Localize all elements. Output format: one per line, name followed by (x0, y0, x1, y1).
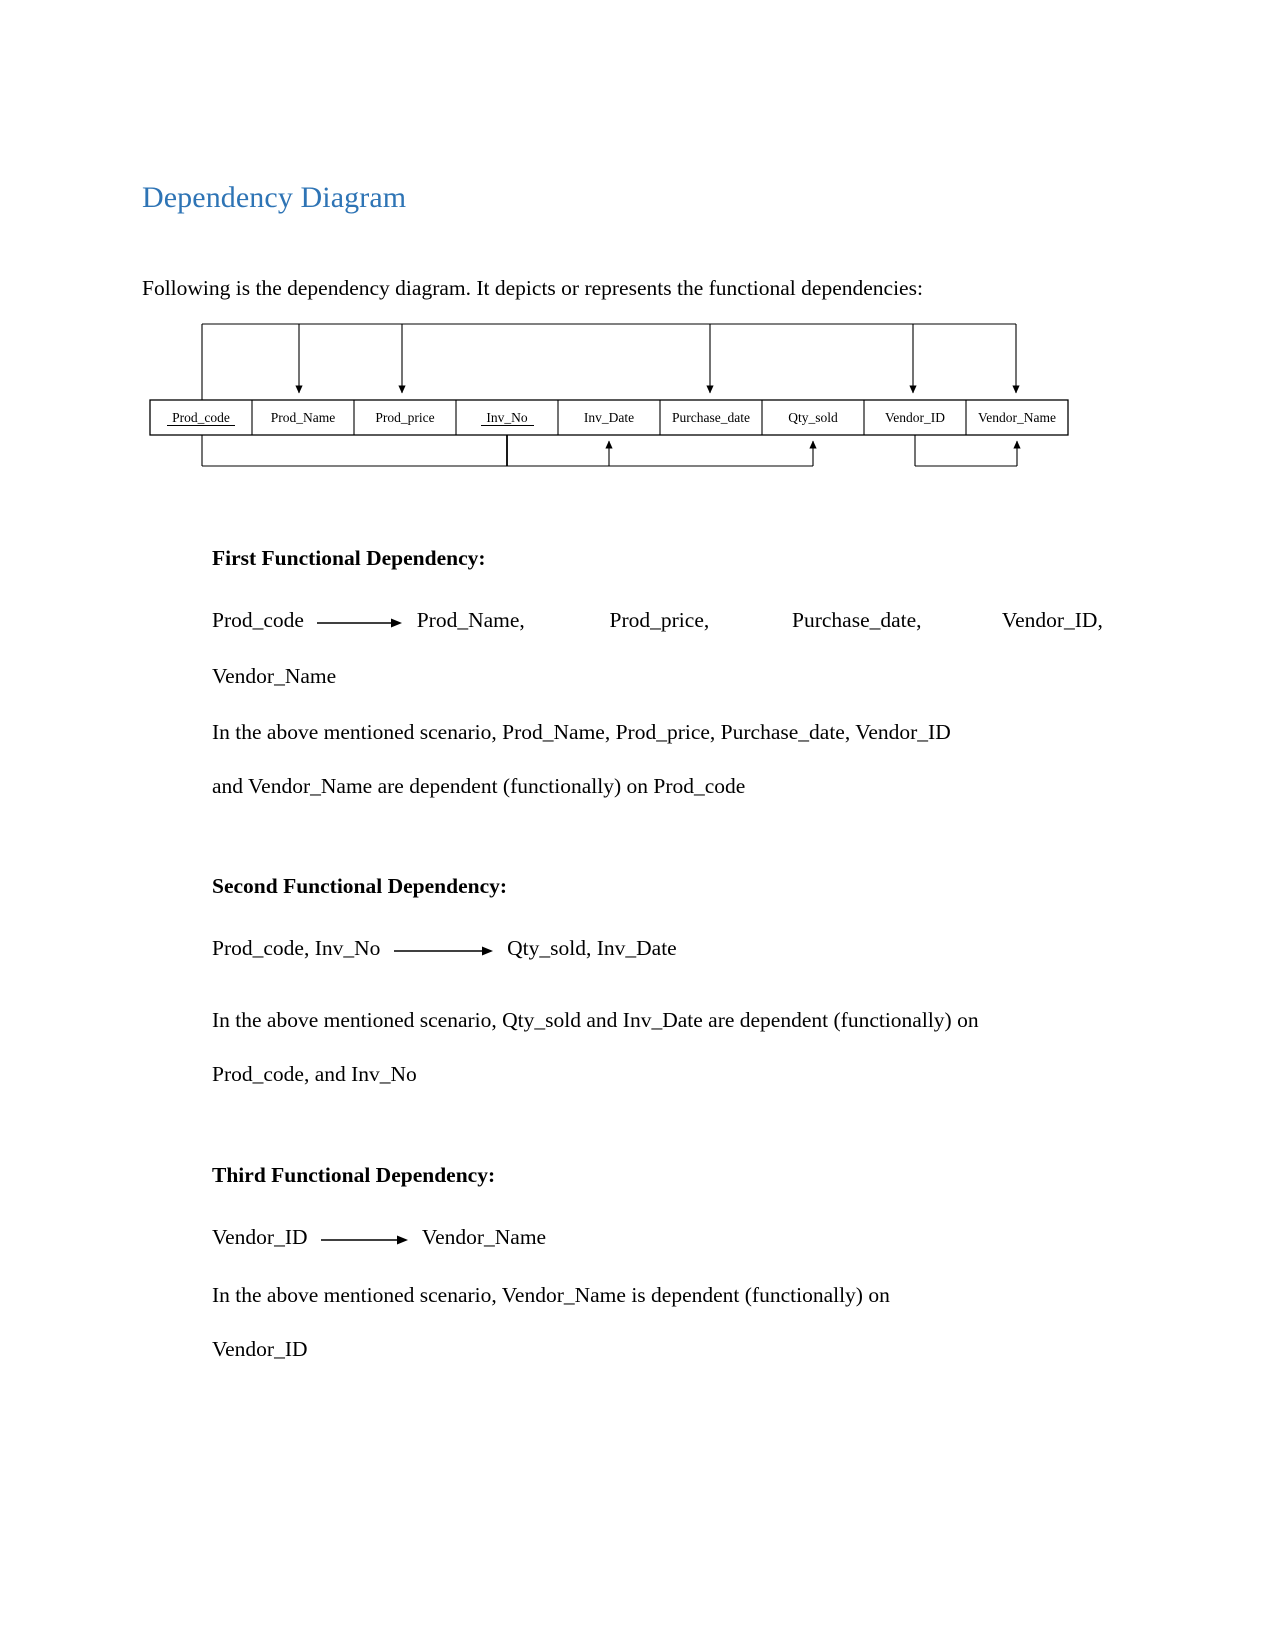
first-fd-description-line1: In the above mentioned scenario, Prod_Na… (212, 720, 951, 745)
first-fd-dependent-4: Vendor_ID, (1001, 608, 1103, 632)
attr-label-inv-no: Inv_No (486, 410, 527, 425)
second-fd-dependent: Qty_sold, Inv_Date (507, 936, 677, 960)
first-fd-rule-line2: Vendor_Name (212, 664, 337, 689)
second-fd-description-line1: In the above mentioned scenario, Qty_sol… (212, 1008, 979, 1033)
first-fd-determinant: Prod_code (212, 608, 304, 632)
first-fd-dependent-2: Prod_price, (609, 608, 710, 632)
first-fd-description-line2: and Vendor_Name are dependent (functiona… (212, 774, 746, 799)
arrow-right-icon (393, 923, 494, 977)
attr-label-prod-name: Prod_Name (271, 410, 336, 425)
second-fd-determinant: Prod_code, Inv_No (212, 936, 381, 960)
page-title: Dependency Diagram (142, 181, 407, 215)
section-second-functional-dependency: Second Functional Dependency: Prod_code,… (212, 874, 1072, 1101)
third-fd-rule: Vendor_ID Vendor_Name (212, 1210, 1072, 1266)
third-fd-heading: Third Functional Dependency: (212, 1163, 496, 1187)
dependency-diagram: Prod_code Prod_Name Prod_price Inv_No In… (142, 315, 1077, 480)
attr-label-vendor-name: Vendor_Name (978, 410, 1056, 425)
third-fd-determinant: Vendor_ID (212, 1225, 308, 1249)
third-fd-description-line1: In the above mentioned scenario, Vendor_… (212, 1283, 890, 1308)
attr-label-prod-code: Prod_code (172, 410, 230, 425)
section-first-functional-dependency: First Functional Dependency: Prod_code P… (212, 546, 1103, 813)
attr-label-qty-sold: Qty_sold (788, 410, 838, 425)
arrow-right-icon (320, 1212, 409, 1266)
third-fd-dependent: Vendor_Name (421, 1225, 547, 1249)
second-fd-rule: Prod_code, Inv_No Qty_sold, Inv_Date (212, 921, 1072, 977)
attribute-labels: Prod_code Prod_Name Prod_price Inv_No In… (172, 410, 1056, 425)
top-dependency-routing (201, 323, 1020, 400)
arrow-right-icon (317, 595, 403, 649)
first-fd-dependent-1: Prod_Name, (416, 608, 525, 632)
first-fd-dependent-3: Purchase_date, (792, 608, 922, 632)
first-fd-heading: First Functional Dependency: (212, 546, 486, 570)
intro-paragraph: Following is the dependency diagram. It … (142, 275, 923, 300)
attr-label-purchase-date: Purchase_date (672, 410, 750, 425)
document-page: Dependency Diagram Following is the depe… (0, 0, 1275, 1650)
attr-label-inv-date: Inv_Date (584, 410, 634, 425)
bottom-dependency-routing (201, 435, 1021, 467)
first-fd-rule-line1: Prod_code Prod_Name, Prod_price, Purchas… (212, 593, 1103, 649)
section-third-functional-dependency: Third Functional Dependency: Vendor_ID V… (212, 1163, 1072, 1376)
attr-label-prod-price: Prod_price (375, 410, 434, 425)
third-fd-description-line2: Vendor_ID (212, 1337, 308, 1362)
second-fd-description-line2: Prod_code, and Inv_No (212, 1062, 417, 1087)
attr-label-vendor-id: Vendor_ID (885, 410, 945, 425)
second-fd-heading: Second Functional Dependency: (212, 874, 508, 898)
